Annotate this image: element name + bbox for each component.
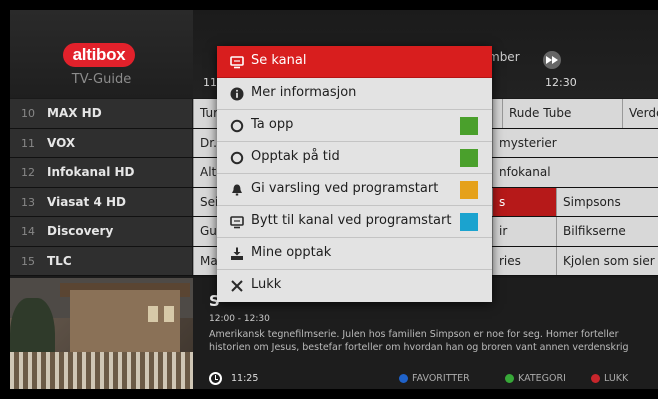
program-cell[interactable]: Sei	[193, 187, 218, 216]
channel-name: Discovery	[47, 224, 114, 238]
channel-number: 11	[21, 136, 35, 150]
program-cell[interactable]: Kjolen som sier ja	[556, 246, 658, 275]
color-button-icon	[460, 213, 478, 231]
program-time: 12:00 - 12:30	[209, 314, 270, 324]
program-cell[interactable]: Ma	[193, 246, 218, 275]
menu-item-label: Lukk	[251, 277, 282, 292]
download-icon	[230, 247, 244, 261]
legend-lukk[interactable]: LUKK	[604, 373, 628, 384]
menu-item-label: Ta opp	[251, 117, 294, 132]
timeline-next: 12:30	[545, 76, 577, 89]
program-cell[interactable]: ir	[492, 217, 556, 246]
legend-kategori[interactable]: KATEGORI	[518, 373, 566, 384]
program-cell[interactable]: nfokanal	[492, 158, 658, 187]
menu-item[interactable]: Ta opp	[217, 110, 492, 142]
fast-forward-icon[interactable]	[543, 51, 561, 69]
program-cell[interactable]: Alt	[193, 158, 218, 187]
channel-cell[interactable]: 13 Viasat 4 HD	[10, 187, 192, 216]
program-cell[interactable]: Tur	[193, 99, 218, 128]
channel-number: 14	[21, 225, 35, 238]
menu-item[interactable]: Bytt til kanal ved programstart	[217, 206, 492, 238]
color-button-icon	[460, 181, 478, 199]
clock-icon	[209, 372, 222, 385]
red-button-icon	[591, 374, 600, 383]
channel-cell[interactable]: 10 MAX HD	[10, 99, 192, 128]
info-icon	[230, 87, 244, 101]
channel-number: 10	[21, 107, 35, 120]
channel-name: VOX	[47, 135, 76, 150]
menu-item[interactable]: Lukk	[217, 270, 492, 302]
altibox-logo: altibox	[63, 43, 135, 67]
tv-guide-screen: altibox TV-Guide 11:0 mber 12:30 10 MAX …	[10, 10, 658, 389]
color-button-icon	[460, 117, 478, 135]
program-cell[interactable]: Verde	[622, 99, 658, 128]
channel-cell[interactable]: 11 VOX	[10, 128, 192, 157]
menu-item-label: Mer informasjon	[251, 85, 357, 100]
program-cell[interactable]: Dr.	[193, 128, 218, 157]
channel-cell[interactable]: 15 TLC	[10, 246, 192, 275]
program-cell[interactable]: Rude Tube	[502, 99, 622, 128]
menu-item-label: Opptak på tid	[251, 149, 340, 164]
menu-item-label: Bytt til kanal ved programstart	[251, 213, 452, 228]
bell-icon	[230, 183, 244, 197]
legend-favoritter[interactable]: FAVORITTER	[412, 373, 470, 384]
menu-item-label: Mine opptak	[251, 245, 332, 260]
description-line: historien om Jesus, bestefar forteller o…	[209, 342, 629, 353]
color-button-icon	[460, 149, 478, 167]
program-cell[interactable]: s	[492, 187, 556, 216]
channel-cell[interactable]: 14 Discovery	[10, 217, 192, 246]
channel-name: TLC	[47, 253, 72, 268]
green-button-icon	[505, 374, 514, 383]
channel-name: Viasat 4 HD	[47, 194, 126, 209]
menu-item[interactable]: Opptak på tid	[217, 142, 492, 174]
menu-item-label: Gi varsling ved programstart	[251, 181, 439, 196]
channel-number: 15	[21, 254, 35, 268]
menu-item-label: Se kanal	[251, 53, 307, 68]
channel-name: Infokanal HD	[47, 165, 135, 179]
menu-item[interactable]: Mine opptak	[217, 238, 492, 270]
guide-title: TV-Guide	[71, 72, 132, 87]
context-menu: Se kanal Mer informasjon Ta opp Opptak p…	[217, 46, 492, 302]
close-icon	[230, 279, 244, 293]
record-icon	[230, 151, 244, 165]
menu-item[interactable]: Se kanal	[217, 46, 492, 78]
program-cell[interactable]: Simpsons	[556, 187, 658, 216]
description-line: Amerikansk tegnefilmserie. Julen hos fam…	[209, 329, 619, 340]
menu-item[interactable]: Mer informasjon	[217, 78, 492, 110]
channel-name: MAX HD	[47, 106, 102, 120]
program-cell[interactable]: ries	[492, 246, 556, 275]
channel-number: 12	[21, 166, 35, 179]
program-cell[interactable]	[492, 99, 502, 128]
program-cell[interactable]: mysterier	[492, 128, 658, 157]
current-time: 11:25	[231, 373, 259, 384]
program-cell[interactable]: Gul	[193, 217, 218, 246]
channel-cell[interactable]: 12 Infokanal HD	[10, 158, 192, 187]
channel-number: 13	[21, 195, 35, 209]
brand-panel: altibox TV-Guide	[10, 10, 193, 98]
program-cell[interactable]: Bilfikserne	[556, 217, 658, 246]
program-thumbnail	[10, 278, 193, 389]
tv-icon	[230, 55, 244, 69]
blue-button-icon	[399, 374, 408, 383]
program-description: Amerikansk tegnefilmserie. Julen hos fam…	[209, 328, 658, 354]
menu-item[interactable]: Gi varsling ved programstart	[217, 174, 492, 206]
tv-icon	[230, 215, 244, 229]
record-icon	[230, 119, 244, 133]
date-label: mber	[488, 50, 520, 64]
